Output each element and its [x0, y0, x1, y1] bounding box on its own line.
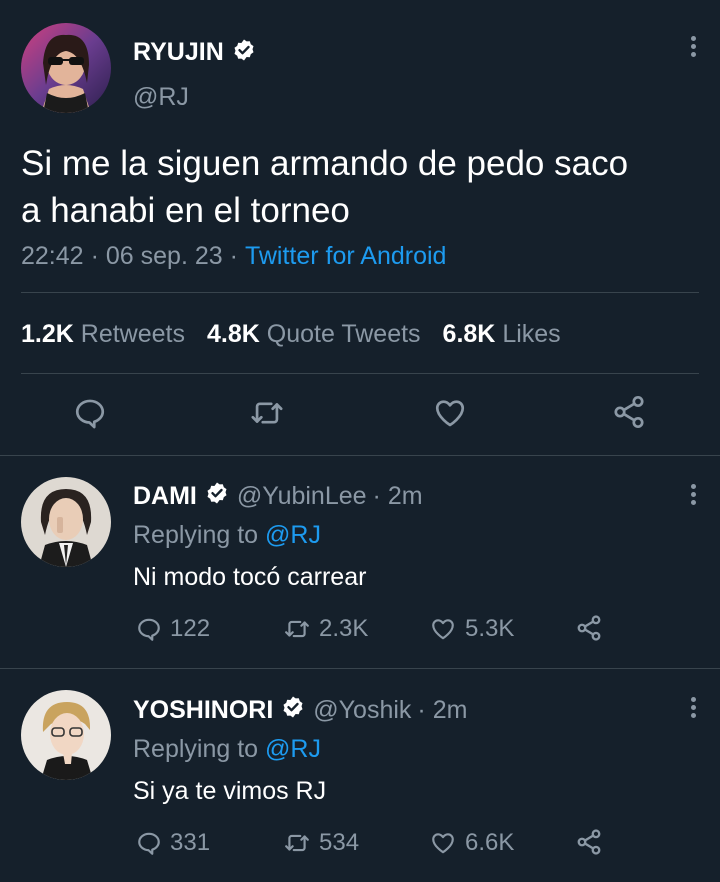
- likes-count: 6.8K: [442, 320, 496, 348]
- kebab-menu-icon[interactable]: [687, 697, 699, 721]
- retweet-icon: [251, 402, 283, 424]
- retweets-count: 1.2K: [21, 320, 74, 348]
- share-button[interactable]: [611, 394, 647, 430]
- reply-count: 331: [170, 829, 211, 856]
- tweet-text: Si me la siguen armando de pedo saco a h…: [21, 140, 628, 234]
- share-button[interactable]: [575, 828, 603, 856]
- share-button[interactable]: [575, 614, 603, 642]
- tweet-stats: 1.2K Retweets 4.8K Quote Tweets 6.8K Lik…: [21, 320, 561, 349]
- author-row: RYUJIN: [133, 37, 256, 67]
- author-handle[interactable]: @RJ: [133, 83, 189, 112]
- tweet-source-link[interactable]: Twitter for Android: [245, 242, 446, 271]
- tweet-time: 22:42: [21, 242, 84, 270]
- meta-separator: ·: [90, 242, 99, 270]
- retweets-label: Retweets: [80, 320, 185, 348]
- replying-to-handle[interactable]: @RJ: [265, 735, 321, 763]
- divider: [0, 455, 720, 456]
- retweets-stat[interactable]: 1.2K Retweets: [21, 320, 185, 349]
- avatar[interactable]: [21, 477, 111, 567]
- retweet-button[interactable]: [249, 396, 285, 430]
- likes-stat[interactable]: 6.8K Likes: [443, 320, 561, 349]
- replying-to: Replying to @RJ: [133, 521, 321, 550]
- quotes-count: 4.8K: [206, 320, 260, 348]
- like-button[interactable]: [432, 396, 468, 430]
- retweet-count: 534: [319, 829, 360, 856]
- like-count: 5.3K: [465, 615, 515, 642]
- author-handle[interactable]: @YubinLee: [237, 482, 367, 511]
- heart-icon: [432, 833, 454, 854]
- replying-prefix: Replying to: [133, 735, 259, 763]
- divider: [21, 292, 699, 293]
- speech-bubble-icon: [138, 832, 160, 855]
- like-button[interactable]: 5.3K: [429, 615, 514, 643]
- reply-text: Ni modo tocó carrear: [133, 563, 367, 591]
- speech-bubble-icon: [75, 399, 105, 429]
- verified-badge-icon: [281, 695, 305, 726]
- replying-to: Replying to @RJ: [133, 735, 321, 764]
- share-icon: [577, 615, 601, 641]
- tweet-text-line: Si me la siguen armando de pedo saco: [21, 144, 629, 183]
- retweet-icon: [285, 834, 309, 852]
- avatar[interactable]: [21, 23, 111, 113]
- reply-header: YOSHINORI @Yoshik · 2m: [133, 695, 467, 725]
- divider: [21, 373, 699, 374]
- reply-time: · 2m: [417, 695, 468, 724]
- quotes-stat[interactable]: 4.8K Quote Tweets: [207, 320, 421, 349]
- meta-separator: ·: [229, 242, 238, 270]
- avatar[interactable]: [21, 690, 111, 780]
- verified-badge-icon: [205, 481, 229, 512]
- reply-count: 122: [170, 615, 211, 642]
- replying-to-handle[interactable]: @RJ: [265, 521, 321, 549]
- speech-bubble-icon: [138, 618, 160, 641]
- reply-text: Si ya te vimos RJ: [133, 777, 327, 805]
- author-name[interactable]: RYUJIN: [133, 38, 224, 67]
- tweet-date: 06 sep. 23: [105, 242, 223, 270]
- reply-button[interactable]: [73, 396, 107, 430]
- divider: [0, 668, 720, 669]
- author-handle[interactable]: @Yoshik: [313, 696, 411, 725]
- retweet-button[interactable]: 2.3K: [283, 615, 368, 643]
- kebab-menu-icon[interactable]: [687, 36, 699, 60]
- replying-prefix: Replying to: [133, 521, 259, 549]
- share-icon: [577, 829, 601, 855]
- retweet-icon: [285, 620, 309, 638]
- likes-label: Likes: [502, 320, 561, 348]
- heart-icon: [435, 400, 465, 427]
- reply-button[interactable]: 122: [136, 615, 210, 643]
- retweet-count: 2.3K: [319, 615, 369, 642]
- share-icon: [614, 395, 644, 429]
- reply-time: · 2m: [372, 481, 423, 510]
- heart-icon: [432, 619, 454, 640]
- reply-button[interactable]: 331: [136, 829, 210, 857]
- reply-header: DAMI @YubinLee · 2m: [133, 481, 423, 511]
- kebab-menu-icon[interactable]: [687, 484, 699, 508]
- like-button[interactable]: 6.6K: [429, 829, 514, 857]
- author-name[interactable]: DAMI: [133, 482, 197, 511]
- author-name[interactable]: YOSHINORI: [133, 696, 273, 725]
- quotes-label: Quote Tweets: [266, 320, 421, 348]
- tweet-text-line: a hanabi en el torneo: [21, 191, 350, 230]
- retweet-button[interactable]: 534: [283, 829, 359, 857]
- verified-badge-icon: [232, 38, 256, 67]
- like-count: 6.6K: [465, 829, 515, 856]
- tweet-meta: 22:42 · 06 sep. 23 · Twitter for Android: [21, 242, 446, 271]
